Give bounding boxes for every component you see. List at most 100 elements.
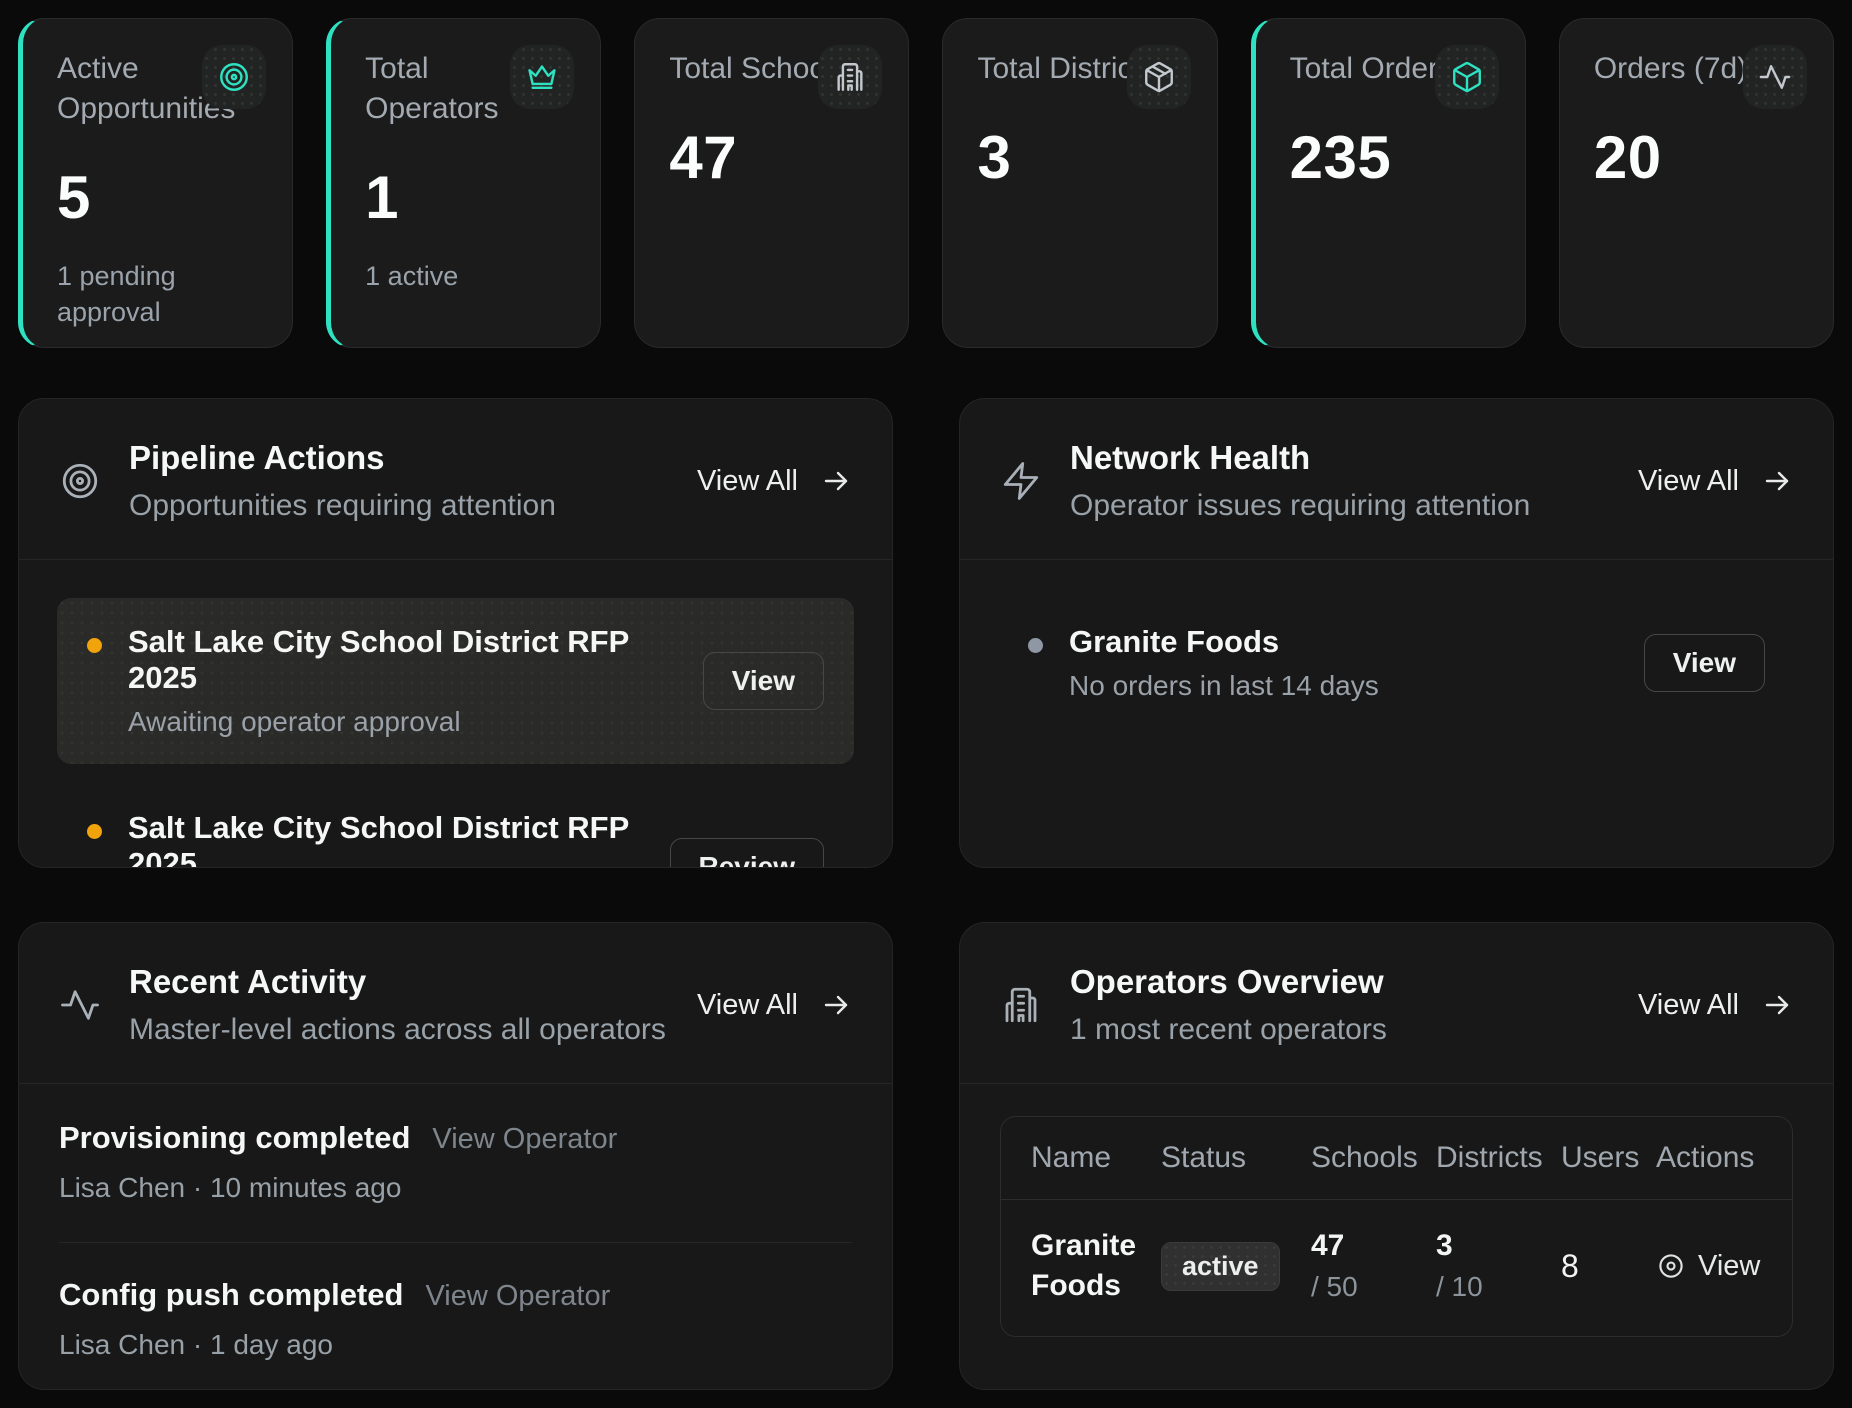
operators-view-all-link[interactable]: View All xyxy=(1638,989,1793,1022)
stat-card-active-opportunities: Active Opportunities 5 1 pending approva… xyxy=(18,18,293,348)
stat-value: 5 xyxy=(57,163,258,232)
activity-item-title: Config push completed xyxy=(59,1277,403,1313)
panel-subtitle: 1 most recent operators xyxy=(1070,1013,1387,1047)
panel-title: Network Health xyxy=(1070,439,1530,477)
view-all-label: View All xyxy=(1638,465,1739,498)
pipeline-view-all-link[interactable]: View All xyxy=(697,465,852,498)
network-list: Granite Foods No orders in last 14 days … xyxy=(960,560,1833,766)
operator-schools-cell: 47 / 50 xyxy=(1311,1229,1436,1303)
stat-value: 1 xyxy=(365,163,566,232)
stat-card-total-operators: Total Operators 1 1 active xyxy=(326,18,601,348)
pipeline-item-text: Salt Lake City School District RFP 2025 … xyxy=(128,810,644,868)
review-button[interactable]: Review xyxy=(670,838,825,868)
panel-divider xyxy=(960,1083,1833,1084)
panel-title: Pipeline Actions xyxy=(129,439,556,477)
pipeline-item-subtitle: Awaiting operator approval xyxy=(128,706,677,738)
pipeline-list: Salt Lake City School District RFP 2025 … xyxy=(19,560,892,868)
stat-card-orders-7d: Orders (7d) 20 xyxy=(1559,18,1834,348)
pipeline-item-title: Salt Lake City School District RFP 2025 xyxy=(128,624,677,696)
column-header-status: Status xyxy=(1161,1141,1311,1175)
operator-name: Granite Foods xyxy=(1031,1226,1161,1306)
panel-title: Recent Activity xyxy=(129,963,666,1001)
network-header-text: Network Health Operator issues requiring… xyxy=(1070,439,1530,523)
status-badge: active xyxy=(1161,1242,1280,1291)
package-icon xyxy=(1127,45,1191,109)
operators-table: Name Status Schools Districts Users Acti… xyxy=(1000,1116,1793,1337)
table-header-row: Name Status Schools Districts Users Acti… xyxy=(1001,1117,1792,1200)
view-button[interactable]: View xyxy=(703,652,824,710)
arrow-right-icon xyxy=(820,989,852,1021)
network-health-panel: Network Health Operator issues requiring… xyxy=(959,398,1834,868)
table-row: Granite Foods active 47 / 50 3 / 10 8 xyxy=(1001,1200,1792,1336)
operators-header-text: Operators Overview 1 most recent operato… xyxy=(1070,963,1387,1047)
view-all-label: View All xyxy=(697,465,798,498)
package-icon xyxy=(1435,45,1499,109)
column-header-users: Users xyxy=(1561,1141,1656,1175)
pipeline-actions-panel: Pipeline Actions Opportunities requiring… xyxy=(18,398,893,868)
schools-count: 47 xyxy=(1311,1229,1436,1263)
building-icon xyxy=(1000,984,1042,1026)
network-item-title: Granite Foods xyxy=(1069,624,1618,660)
building-icon xyxy=(818,45,882,109)
network-header: Network Health Operator issues requiring… xyxy=(960,399,1833,559)
stat-card-total-orders: Total Orders 235 xyxy=(1251,18,1526,348)
view-operator-link[interactable]: View Operator xyxy=(425,1280,610,1313)
column-header-name: Name xyxy=(1031,1141,1161,1175)
stat-value: 47 xyxy=(669,123,874,192)
eye-icon xyxy=(1656,1251,1686,1281)
view-button[interactable]: View xyxy=(1644,634,1765,692)
column-header-schools: Schools xyxy=(1311,1141,1436,1175)
stat-value: 235 xyxy=(1290,123,1491,192)
operators-header: Operators Overview 1 most recent operato… xyxy=(960,923,1833,1083)
arrow-right-icon xyxy=(820,465,852,497)
view-operator-action[interactable]: View xyxy=(1656,1250,1761,1283)
arrow-right-icon xyxy=(1761,989,1793,1021)
activity-item-title: Provisioning completed xyxy=(59,1120,410,1156)
activity-item-meta: Lisa Chen · 10 minutes ago xyxy=(59,1172,852,1204)
view-all-label: View All xyxy=(697,989,798,1022)
panel-subtitle: Master-level actions across all operator… xyxy=(129,1013,666,1047)
operator-actions-cell: View xyxy=(1656,1250,1761,1283)
activity-item: Provisioning completed View Operator Lis… xyxy=(59,1086,852,1243)
arrow-right-icon xyxy=(1761,465,1793,497)
zap-icon xyxy=(1000,460,1042,502)
stat-value: 3 xyxy=(977,123,1182,192)
pipeline-item: Salt Lake City School District RFP 2025 … xyxy=(57,598,854,764)
stat-value: 20 xyxy=(1594,123,1799,192)
pipeline-item-text: Salt Lake City School District RFP 2025 … xyxy=(128,624,677,738)
activity-header: Recent Activity Master-level actions acr… xyxy=(19,923,892,1083)
column-header-districts: Districts xyxy=(1436,1141,1561,1175)
schools-max: / 50 xyxy=(1311,1271,1436,1303)
activity-view-all-link[interactable]: View All xyxy=(697,989,852,1022)
stat-card-total-districts: Total Districts 3 xyxy=(942,18,1217,348)
activity-header-text: Recent Activity Master-level actions acr… xyxy=(129,963,666,1047)
stat-subtext: 1 active xyxy=(365,258,535,294)
crown-icon xyxy=(510,45,574,109)
operator-users-count: 8 xyxy=(1561,1248,1656,1285)
status-dot xyxy=(1028,638,1043,653)
operators-overview-panel: Operators Overview 1 most recent operato… xyxy=(959,922,1834,1390)
middle-row: Pipeline Actions Opportunities requiring… xyxy=(18,398,1834,868)
activity-item-meta: Lisa Chen · 1 day ago xyxy=(59,1329,852,1361)
activity-item-head: Provisioning completed View Operator xyxy=(59,1120,852,1156)
pipeline-item-title: Salt Lake City School District RFP 2025 xyxy=(128,810,644,868)
bottom-row: Recent Activity Master-level actions acr… xyxy=(18,922,1834,1390)
panel-title: Operators Overview xyxy=(1070,963,1387,1001)
view-all-label: View All xyxy=(1638,989,1739,1022)
stat-subtext: 1 pending approval xyxy=(57,258,227,330)
activity-icon xyxy=(59,984,101,1026)
pipeline-header-text: Pipeline Actions Opportunities requiring… xyxy=(129,439,556,523)
districts-max: / 10 xyxy=(1436,1271,1561,1303)
view-operator-link[interactable]: View Operator xyxy=(432,1123,617,1156)
network-item: Granite Foods No orders in last 14 days … xyxy=(998,598,1795,728)
operator-status-cell: active xyxy=(1161,1242,1311,1291)
pipeline-header: Pipeline Actions Opportunities requiring… xyxy=(19,399,892,559)
network-item-text: Granite Foods No orders in last 14 days xyxy=(1069,624,1618,702)
target-icon xyxy=(59,460,101,502)
view-action-label: View xyxy=(1698,1250,1760,1283)
target-icon xyxy=(202,45,266,109)
districts-count: 3 xyxy=(1436,1229,1561,1263)
master-dashboard: Active Opportunities 5 1 pending approva… xyxy=(0,0,1852,1408)
operator-districts-cell: 3 / 10 xyxy=(1436,1229,1561,1303)
network-view-all-link[interactable]: View All xyxy=(1638,465,1793,498)
